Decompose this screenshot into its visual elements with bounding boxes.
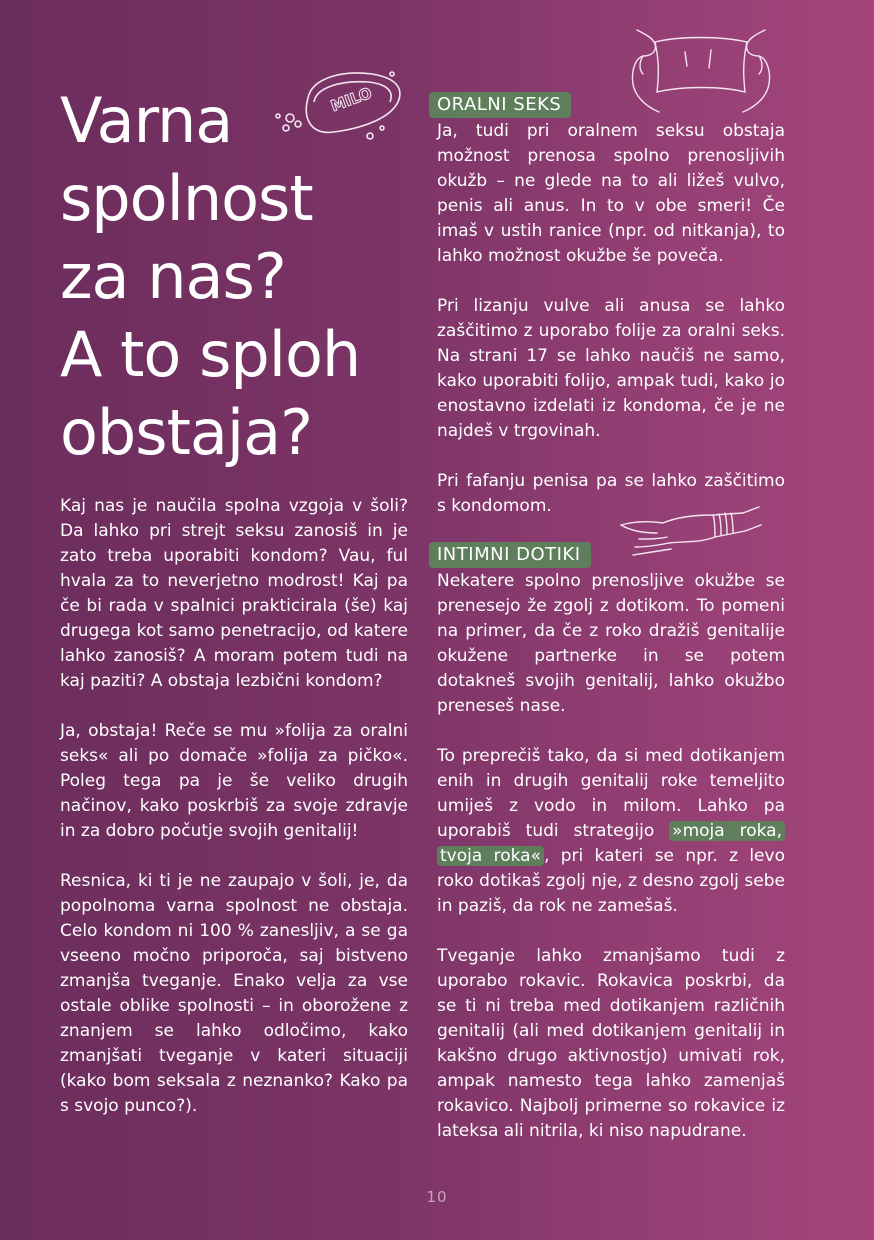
intro-paragraph: Resnica, ki ti je ne zaupajo v šoli, je,… — [60, 871, 408, 1116]
intro-paragraph: Kaj nas je naučila spolna vzgoja v šoli?… — [60, 496, 408, 691]
title-line: obstaja? — [60, 396, 313, 469]
intro-paragraph: Ja, obstaja! Reče se mu »folija za oraln… — [60, 721, 408, 841]
title-line: spolnost — [60, 162, 314, 235]
highlighted-phrase: tvoja roka« — [437, 846, 544, 866]
hands-stretching-film-icon — [631, 29, 771, 113]
section-paragraph: Ja, tudi pri oralnem seksu obstaja možno… — [437, 121, 785, 266]
section-paragraph: Pri fafanju penisa pa se lahko zaščitimo… — [437, 471, 785, 516]
section-paragraph: Pri lizanju vulve ali anusa se lahko zaš… — [437, 296, 785, 441]
soap-label: MILO — [328, 84, 374, 115]
soap-icon: MILO — [275, 71, 401, 140]
section-heading-oral-sex: ORALNI SEKS — [429, 92, 572, 118]
section-paragraph: Tveganje lahko zmanjšamo tudi z uporabo … — [437, 946, 785, 1141]
title-line: A to sploh — [60, 318, 361, 391]
section-heading-intimate-touch: INTIMNI DOTIKI — [429, 542, 591, 568]
intimate-touch-section: Nekatere spolno prenosljive okužbe se pr… — [437, 569, 785, 1169]
intro-column: Kaj nas je naučila spolna vzgoja v šoli?… — [60, 494, 408, 1144]
title-line: za nas? — [60, 240, 287, 313]
highlighted-phrase: »moja roka, — [669, 821, 785, 841]
section-paragraph: To preprečiš tako, da si med dotikanjem … — [437, 744, 785, 919]
page-number: 10 — [426, 1188, 448, 1206]
section-paragraph: Nekatere spolno prenosljive okužbe se pr… — [437, 571, 785, 716]
oral-sex-section: Ja, tudi pri oralnem seksu obstaja možno… — [437, 119, 785, 544]
